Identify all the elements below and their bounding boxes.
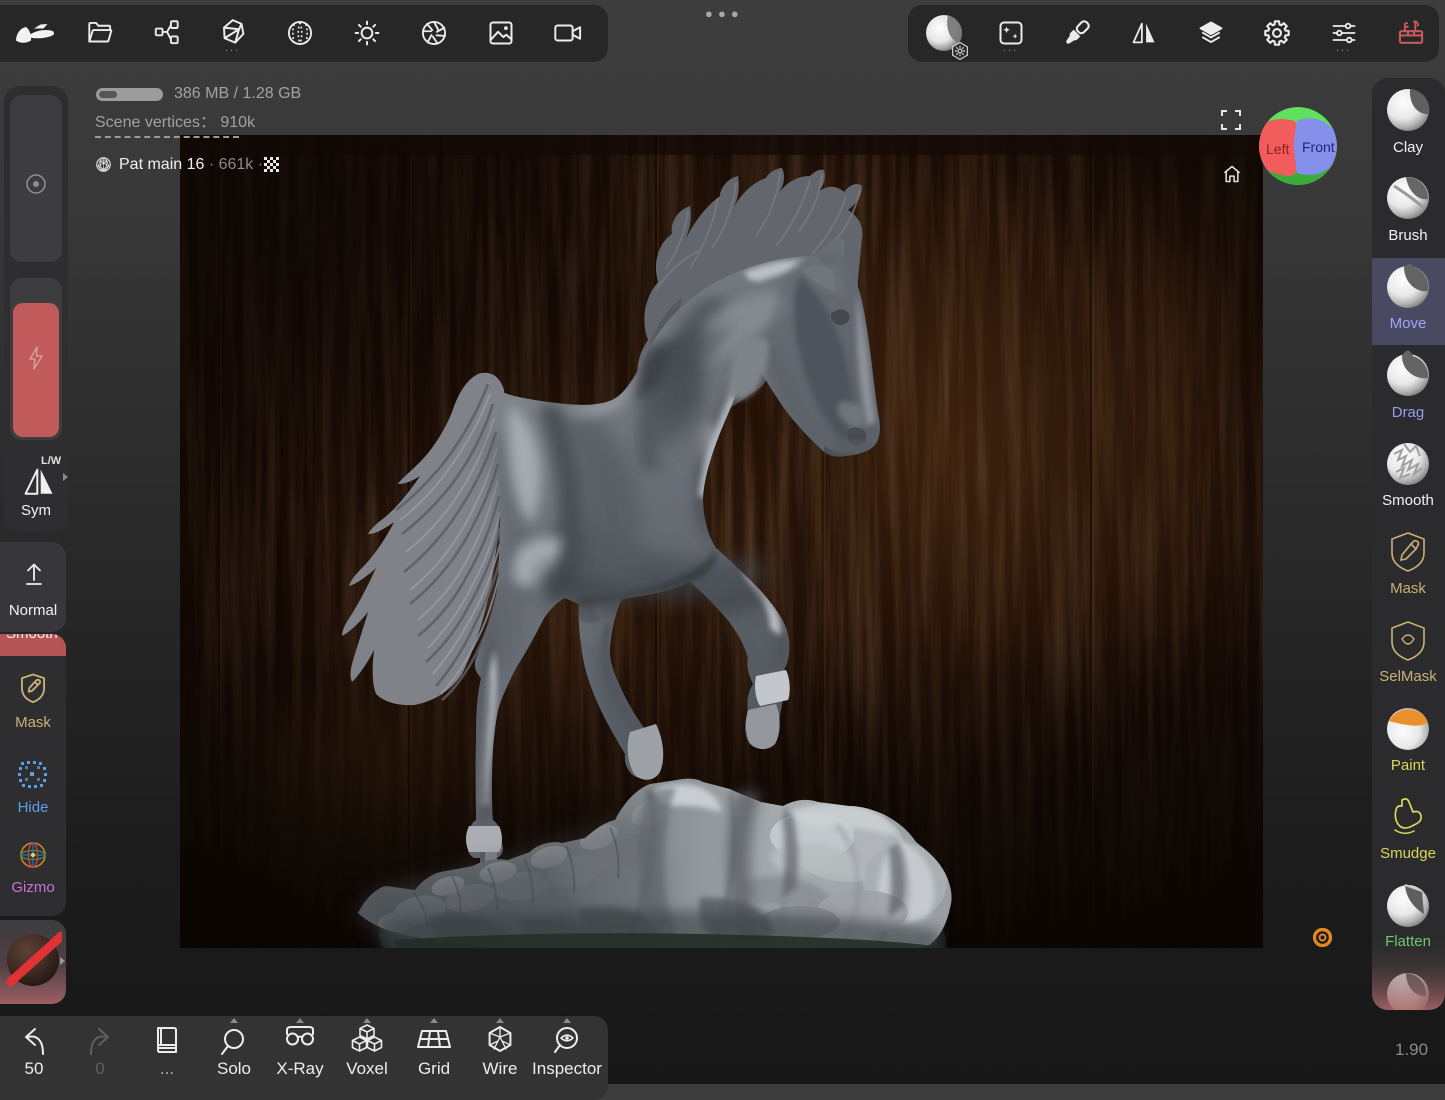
svg-text:Brush: Brush — [1388, 227, 1427, 244]
svg-text:50: 50 — [25, 1059, 44, 1078]
svg-text:Wire: Wire — [483, 1059, 518, 1078]
svg-text:SelMask: SelMask — [1379, 668, 1437, 685]
svg-text:Grid: Grid — [418, 1059, 450, 1078]
svg-text:Voxel: Voxel — [346, 1059, 388, 1078]
svg-text:Inspector: Inspector — [532, 1059, 602, 1078]
svg-text:X-Ray: X-Ray — [276, 1059, 324, 1078]
svg-text:Mask: Mask — [1390, 580, 1426, 597]
svg-text:Solo: Solo — [217, 1059, 251, 1078]
svg-text:Smudge: Smudge — [1380, 845, 1436, 862]
svg-text:Left: Left — [1266, 141, 1289, 157]
svg-text:Clay: Clay — [1393, 139, 1424, 156]
svg-text:Drag: Drag — [1392, 404, 1425, 421]
svg-text:Smooth: Smooth — [1382, 492, 1434, 509]
svg-text:Paint: Paint — [1391, 757, 1426, 774]
svg-text:Flatten: Flatten — [1385, 933, 1431, 950]
svg-text:0: 0 — [95, 1059, 104, 1078]
svg-text:Move: Move — [1390, 315, 1427, 332]
svg-text:...: ... — [160, 1059, 174, 1078]
svg-text:Front: Front — [1302, 139, 1335, 155]
